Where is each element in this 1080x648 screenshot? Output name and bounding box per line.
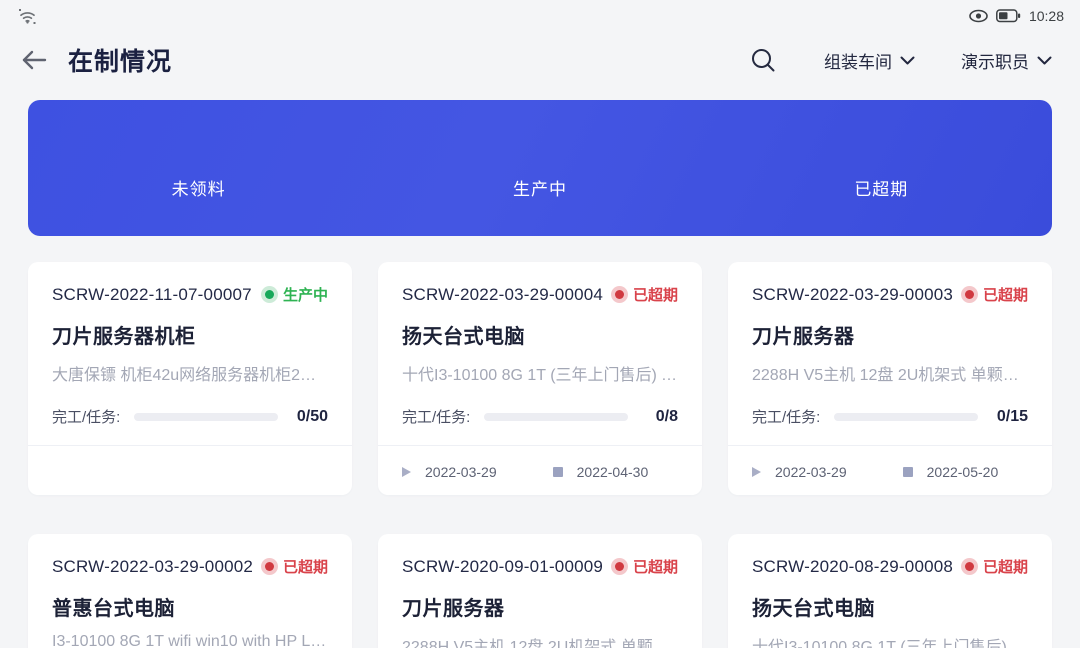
play-icon (402, 467, 411, 477)
product-title: 扬天台式电脑 (752, 592, 1028, 621)
product-description: 十代I3-10100 8G 1T (三年上门售后) T82… (752, 633, 1028, 648)
progress-value: 0/15 (994, 408, 1028, 426)
start-date: 2022-03-29 (425, 464, 497, 480)
workshop-selector-label: 组装车间 (824, 48, 892, 73)
order-number: SCRW-2022-03-29-00002 (52, 557, 253, 577)
status-dot-icon (615, 290, 624, 299)
banner-tab-in-production[interactable]: 生产中 (369, 175, 710, 200)
page-header: 在制情况 组装车间 演示职员 (0, 28, 1080, 94)
product-description: 十代I3-10100 8G 1T (三年上门售后) T82… (402, 361, 678, 385)
clock-time: 10:28 (1029, 8, 1064, 24)
status-badge: 已超期 (615, 556, 678, 577)
order-number: SCRW-2022-11-07-00007 (52, 285, 252, 305)
card-main: SCRW-2022-11-07-00007 生产中 刀片服务器机柜 大唐保镖 机… (28, 262, 352, 427)
due-date-group: 2022-04-30 (553, 464, 649, 480)
due-date: 2022-04-30 (577, 464, 649, 480)
status-dot-icon (965, 562, 974, 571)
progress-row: 完工/任务: 0/50 (52, 406, 328, 427)
start-date-group: 2022-03-29 (752, 464, 847, 480)
product-title: 刀片服务器 (402, 592, 678, 621)
progress-value: 0/8 (644, 408, 678, 426)
status-label: 已超期 (633, 556, 678, 577)
stop-square-icon (903, 467, 913, 477)
play-icon (752, 467, 761, 477)
search-icon[interactable] (748, 45, 778, 75)
work-order-card[interactable]: SCRW-2020-09-01-00009 已超期 刀片服务器 2288H V5… (378, 534, 702, 648)
wifi-icon (18, 7, 38, 25)
work-order-card[interactable]: SCRW-2022-03-29-00003 已超期 刀片服务器 2288H V5… (728, 262, 1052, 495)
progress-label: 完工/任务: (402, 406, 470, 427)
product-description: 2288H V5主机 12盘 2U机架式 单颗铜牌… (752, 361, 1028, 385)
banner-tab-unpicked[interactable]: 未领料 (28, 175, 369, 200)
card-main: SCRW-2020-08-29-00008 已超期 扬天台式电脑 十代I3-10… (728, 534, 1052, 648)
status-label: 已超期 (283, 556, 328, 577)
user-selector[interactable]: 演示职员 (961, 48, 1052, 73)
start-date-group: 2022-03-29 (402, 464, 497, 480)
status-dot-icon (265, 562, 274, 571)
summary-banner: 未领料 生产中 已超期 (28, 100, 1052, 236)
due-date-group: 2022-05-20 (903, 464, 999, 480)
product-description: 大唐保镖 机柜42u网络服务器机柜2米60… (52, 361, 328, 385)
work-order-card[interactable]: SCRW-2022-11-07-00007 生产中 刀片服务器机柜 大唐保镖 机… (28, 262, 352, 495)
status-badge: 已超期 (965, 556, 1028, 577)
stop-square-icon (553, 467, 563, 477)
status-badge: 已超期 (265, 556, 328, 577)
work-order-card[interactable]: SCRW-2022-03-29-00002 已超期 普惠台式电脑 I3-1010… (28, 534, 352, 648)
product-title: 扬天台式电脑 (402, 320, 678, 349)
product-title: 刀片服务器机柜 (52, 320, 328, 349)
status-badge: 生产中 (265, 284, 328, 305)
progress-bar (134, 413, 278, 421)
chevron-down-icon (900, 56, 915, 65)
card-main: SCRW-2022-03-29-00004 已超期 扬天台式电脑 十代I3-10… (378, 262, 702, 427)
back-button[interactable] (20, 45, 54, 75)
progress-value: 0/50 (294, 408, 328, 426)
order-number: SCRW-2022-03-29-00003 (752, 285, 953, 305)
product-description: I3-10100 8G 1T wifi win10 with HP LCD… (52, 633, 328, 648)
status-label: 生产中 (283, 284, 328, 305)
card-footer (28, 445, 352, 495)
status-badge: 已超期 (615, 284, 678, 305)
order-number: SCRW-2020-08-29-00008 (752, 557, 953, 577)
work-order-card[interactable]: SCRW-2022-03-29-00004 已超期 扬天台式电脑 十代I3-10… (378, 262, 702, 495)
start-date: 2022-03-29 (775, 464, 847, 480)
card-main: SCRW-2020-09-01-00009 已超期 刀片服务器 2288H V5… (378, 534, 702, 648)
card-footer: 2022-03-29 2022-05-20 (728, 445, 1052, 495)
status-dot-icon (615, 562, 624, 571)
status-dot-icon (965, 290, 974, 299)
progress-bar (484, 413, 628, 421)
user-selector-label: 演示职员 (961, 48, 1029, 73)
work-order-card[interactable]: SCRW-2020-08-29-00008 已超期 扬天台式电脑 十代I3-10… (728, 534, 1052, 648)
progress-label: 完工/任务: (52, 406, 120, 427)
card-main: SCRW-2022-03-29-00002 已超期 普惠台式电脑 I3-1010… (28, 534, 352, 648)
product-description: 2288H V5主机 12盘 2U机架式 单颗铜牌… (402, 633, 678, 648)
page-title: 在制情况 (68, 42, 172, 78)
card-footer: 2022-03-29 2022-04-30 (378, 445, 702, 495)
due-date: 2022-05-20 (927, 464, 999, 480)
progress-bar (834, 413, 978, 421)
product-title: 刀片服务器 (752, 320, 1028, 349)
card-main: SCRW-2022-03-29-00003 已超期 刀片服务器 2288H V5… (728, 262, 1052, 427)
order-number: SCRW-2020-09-01-00009 (402, 557, 603, 577)
status-label: 已超期 (633, 284, 678, 305)
status-dot-icon (265, 290, 274, 299)
product-title: 普惠台式电脑 (52, 592, 328, 621)
status-label: 已超期 (983, 284, 1028, 305)
status-badge: 已超期 (965, 284, 1028, 305)
order-number: SCRW-2022-03-29-00004 (402, 285, 603, 305)
chevron-down-icon (1037, 56, 1052, 65)
eye-icon (969, 9, 988, 23)
workshop-selector[interactable]: 组装车间 (824, 48, 915, 73)
status-label: 已超期 (983, 556, 1028, 577)
progress-label: 完工/任务: (752, 406, 820, 427)
cards-grid: SCRW-2022-11-07-00007 生产中 刀片服务器机柜 大唐保镖 机… (28, 262, 1052, 648)
status-bar: 10:28 (0, 0, 1080, 28)
progress-row: 完工/任务: 0/8 (402, 406, 678, 427)
banner-tab-overdue[interactable]: 已超期 (711, 175, 1052, 200)
battery-icon (996, 9, 1021, 23)
progress-row: 完工/任务: 0/15 (752, 406, 1028, 427)
